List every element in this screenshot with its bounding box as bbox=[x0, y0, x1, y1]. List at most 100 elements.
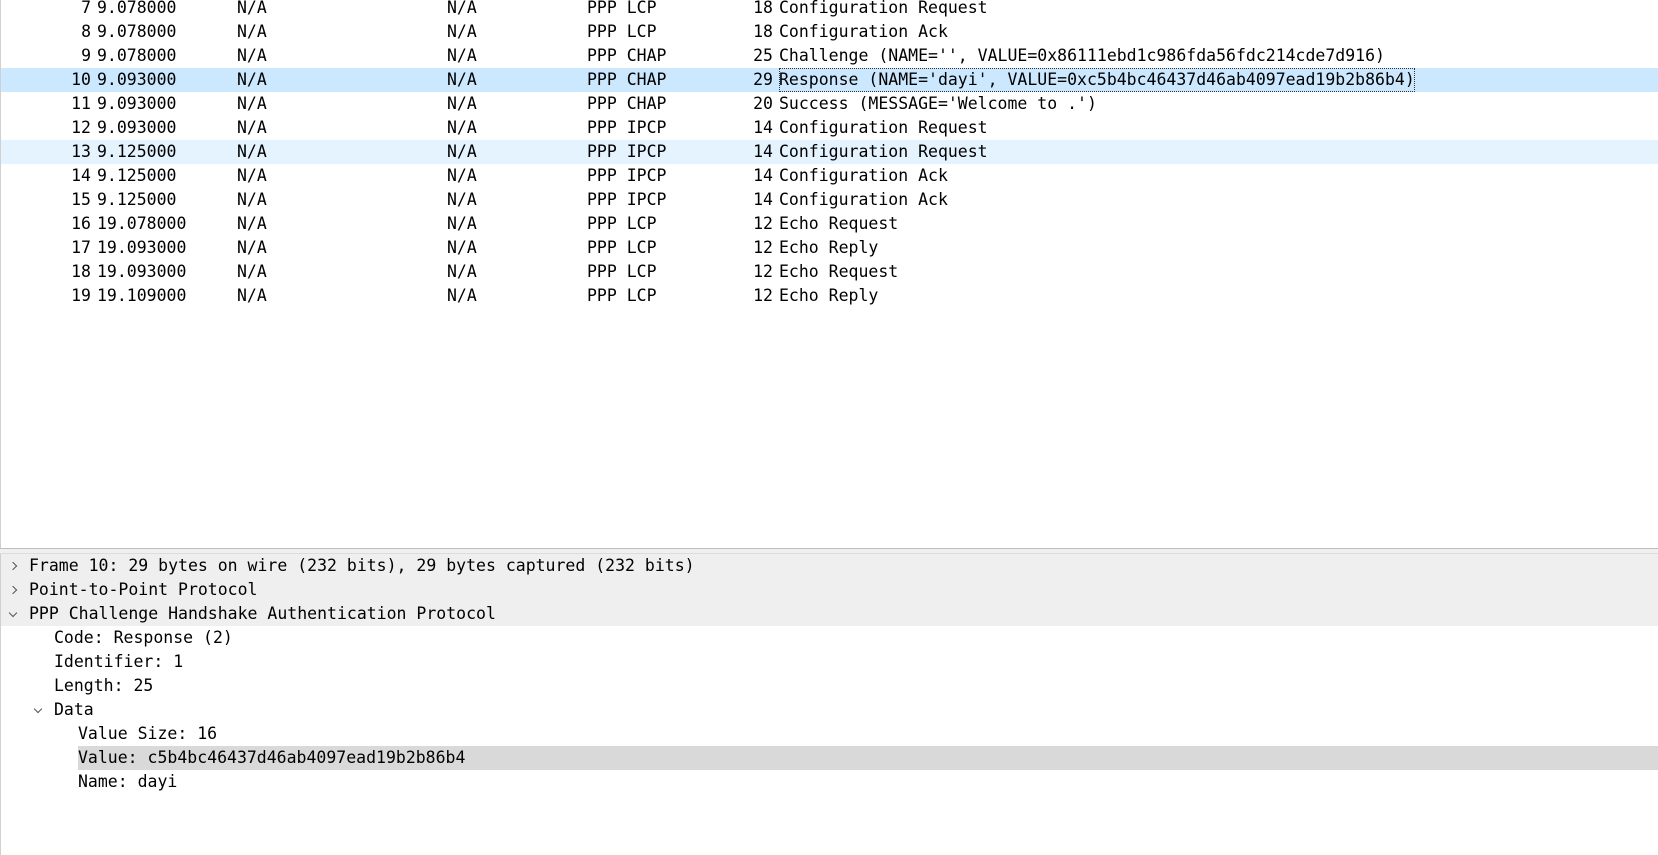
packet-source: N/A bbox=[237, 166, 267, 185]
packet-protocol: PPP LCP bbox=[587, 262, 657, 281]
packet-protocol: PPP IPCP bbox=[587, 142, 667, 161]
packet-source: N/A bbox=[237, 142, 267, 161]
packet-source: N/A bbox=[237, 46, 267, 65]
chevron-right-icon[interactable] bbox=[5, 554, 21, 578]
packet-info: Configuration Request bbox=[779, 142, 988, 161]
table-row[interactable]: 19 19.109000 N/A N/A PPP LCP 12 Echo Reply bbox=[1, 284, 1658, 308]
tree-item-value-label: Value: c5b4bc46437d46ab4097ead19b2b86b4 bbox=[78, 746, 1658, 770]
packet-time: 9.078000 bbox=[97, 46, 177, 65]
packet-protocol: PPP IPCP bbox=[587, 118, 667, 137]
packet-length: 14 bbox=[753, 118, 773, 137]
packet-protocol: PPP CHAP bbox=[587, 46, 667, 65]
packet-details-pane[interactable]: Frame 10: 29 bytes on wire (232 bits), 2… bbox=[0, 554, 1658, 855]
tree-item-name-label: Name: dayi bbox=[78, 772, 178, 791]
chevron-right-icon[interactable] bbox=[5, 578, 21, 602]
packet-source: N/A bbox=[237, 190, 267, 209]
packet-source: N/A bbox=[237, 0, 267, 17]
packet-destination: N/A bbox=[447, 118, 477, 137]
packet-length: 20 bbox=[753, 94, 773, 113]
packet-info: Echo Request bbox=[779, 214, 899, 233]
table-row[interactable]: 7 9.078000 N/A N/A PPP LCP 18 Configuration Re… bbox=[1, 0, 1658, 20]
chevron-down-icon[interactable] bbox=[30, 698, 46, 722]
packet-protocol: PPP LCP bbox=[587, 0, 657, 17]
tree-item-chap[interactable]: PPP Challenge Handshake Authentication P… bbox=[1, 602, 1658, 626]
table-row[interactable]: 18 19.093000 N/A N/A PPP LCP 12 Echo Request bbox=[1, 260, 1658, 284]
tree-item-value-size-label: Value Size: 16 bbox=[78, 724, 218, 743]
packet-time: 19.093000 bbox=[97, 262, 187, 281]
packet-protocol: PPP LCP bbox=[587, 286, 657, 305]
tree-item-identifier-label: Identifier: 1 bbox=[54, 652, 184, 671]
packet-length: 14 bbox=[753, 142, 773, 161]
packet-length: 18 bbox=[753, 22, 773, 41]
packet-source: N/A bbox=[237, 118, 267, 137]
packet-destination: N/A bbox=[447, 166, 477, 185]
tree-item-length-label: Length: 25 bbox=[54, 676, 154, 695]
table-row[interactable]: 14 9.125000 N/A N/A PPP IPCP 14 Configuration … bbox=[1, 164, 1658, 188]
packet-number: 17 bbox=[71, 238, 91, 257]
table-row[interactable]: 13 9.125000 N/A N/A PPP IPCP 14 Configuration … bbox=[1, 140, 1658, 164]
chevron-down-icon[interactable] bbox=[5, 602, 21, 626]
packet-destination: N/A bbox=[447, 142, 477, 161]
tree-item-data[interactable]: Data bbox=[1, 698, 1658, 722]
packet-protocol: PPP IPCP bbox=[587, 166, 667, 185]
packet-info: Configuration Ack bbox=[779, 22, 948, 41]
packet-number: 16 bbox=[71, 214, 91, 233]
packet-length: 14 bbox=[753, 190, 773, 209]
tree-item-value[interactable]: Value: c5b4bc46437d46ab4097ead19b2b86b4 bbox=[1, 746, 1658, 770]
packet-length: 29 bbox=[753, 70, 773, 89]
packet-time: 9.078000 bbox=[97, 0, 177, 17]
tree-item-frame[interactable]: Frame 10: 29 bytes on wire (232 bits), 2… bbox=[1, 554, 1658, 578]
packet-info: Configuration Ack bbox=[779, 190, 948, 209]
table-row[interactable]: 10 9.093000 N/A N/A PPP CHAP 29 Response (NAME… bbox=[1, 68, 1658, 92]
packet-source: N/A bbox=[237, 94, 267, 113]
packet-protocol: PPP IPCP bbox=[587, 190, 667, 209]
packet-source: N/A bbox=[237, 286, 267, 305]
packet-time: 19.078000 bbox=[97, 214, 187, 233]
table-row[interactable]: 9 9.078000 N/A N/A PPP CHAP 25 Challenge (NAME… bbox=[1, 44, 1658, 68]
packet-info: Echo Request bbox=[779, 262, 899, 281]
packet-time: 9.078000 bbox=[97, 22, 177, 41]
tree-item-frame-label: Frame 10: 29 bytes on wire (232 bits), 2… bbox=[29, 556, 695, 575]
tree-item-value-size[interactable]: Value Size: 16 bbox=[1, 722, 1658, 746]
table-row[interactable]: 16 19.078000 N/A N/A PPP LCP 12 Echo Request bbox=[1, 212, 1658, 236]
packet-protocol: PPP LCP bbox=[587, 22, 657, 41]
packet-number: 14 bbox=[71, 166, 91, 185]
packet-info: Configuration Request bbox=[779, 118, 988, 137]
packet-source: N/A bbox=[237, 238, 267, 257]
tree-item-identifier[interactable]: Identifier: 1 bbox=[1, 650, 1658, 674]
packet-source: N/A bbox=[237, 262, 267, 281]
packet-list-pane[interactable]: 7 9.078000 N/A N/A PPP LCP 18 Configuration Re… bbox=[0, 0, 1658, 548]
packet-info: Echo Reply bbox=[779, 286, 879, 305]
packet-number: 13 bbox=[71, 142, 91, 161]
packet-time: 9.125000 bbox=[97, 142, 177, 161]
packet-length: 18 bbox=[753, 0, 773, 17]
packet-protocol: PPP LCP bbox=[587, 238, 657, 257]
packet-list-rows: 7 9.078000 N/A N/A PPP LCP 18 Configuration Re… bbox=[1, 0, 1658, 308]
packet-time: 19.093000 bbox=[97, 238, 187, 257]
tree-item-length[interactable]: Length: 25 bbox=[1, 674, 1658, 698]
packet-destination: N/A bbox=[447, 22, 477, 41]
packet-destination: N/A bbox=[447, 46, 477, 65]
packet-time: 9.093000 bbox=[97, 70, 177, 89]
tree-item-name[interactable]: Name: dayi bbox=[1, 770, 1658, 794]
table-row[interactable]: 12 9.093000 N/A N/A PPP IPCP 14 Configuration … bbox=[1, 116, 1658, 140]
packet-time: 9.093000 bbox=[97, 94, 177, 113]
tree-item-code[interactable]: Code: Response (2) bbox=[1, 626, 1658, 650]
packet-destination: N/A bbox=[447, 286, 477, 305]
tree-item-ppp-label: Point-to-Point Protocol bbox=[29, 580, 258, 599]
packet-source: N/A bbox=[237, 70, 267, 89]
table-row[interactable]: 8 9.078000 N/A N/A PPP LCP 18 Configuration Ac… bbox=[1, 20, 1658, 44]
tree-item-code-label: Code: Response (2) bbox=[54, 628, 233, 647]
table-row[interactable]: 11 9.093000 N/A N/A PPP CHAP 20 Success (MESSA… bbox=[1, 92, 1658, 116]
packet-number: 11 bbox=[71, 94, 91, 113]
packet-time: 9.125000 bbox=[97, 190, 177, 209]
table-row[interactable]: 15 9.125000 N/A N/A PPP IPCP 14 Configuration … bbox=[1, 188, 1658, 212]
packet-source: N/A bbox=[237, 214, 267, 233]
table-row[interactable]: 17 19.093000 N/A N/A PPP LCP 12 Echo Reply bbox=[1, 236, 1658, 260]
tree-item-chap-label: PPP Challenge Handshake Authentication P… bbox=[29, 604, 496, 623]
packet-length: 14 bbox=[753, 166, 773, 185]
packet-info: Echo Reply bbox=[779, 238, 879, 257]
tree-item-ppp[interactable]: Point-to-Point Protocol bbox=[1, 578, 1658, 602]
packet-length: 12 bbox=[753, 214, 773, 233]
packet-info: Configuration Ack bbox=[779, 166, 948, 185]
